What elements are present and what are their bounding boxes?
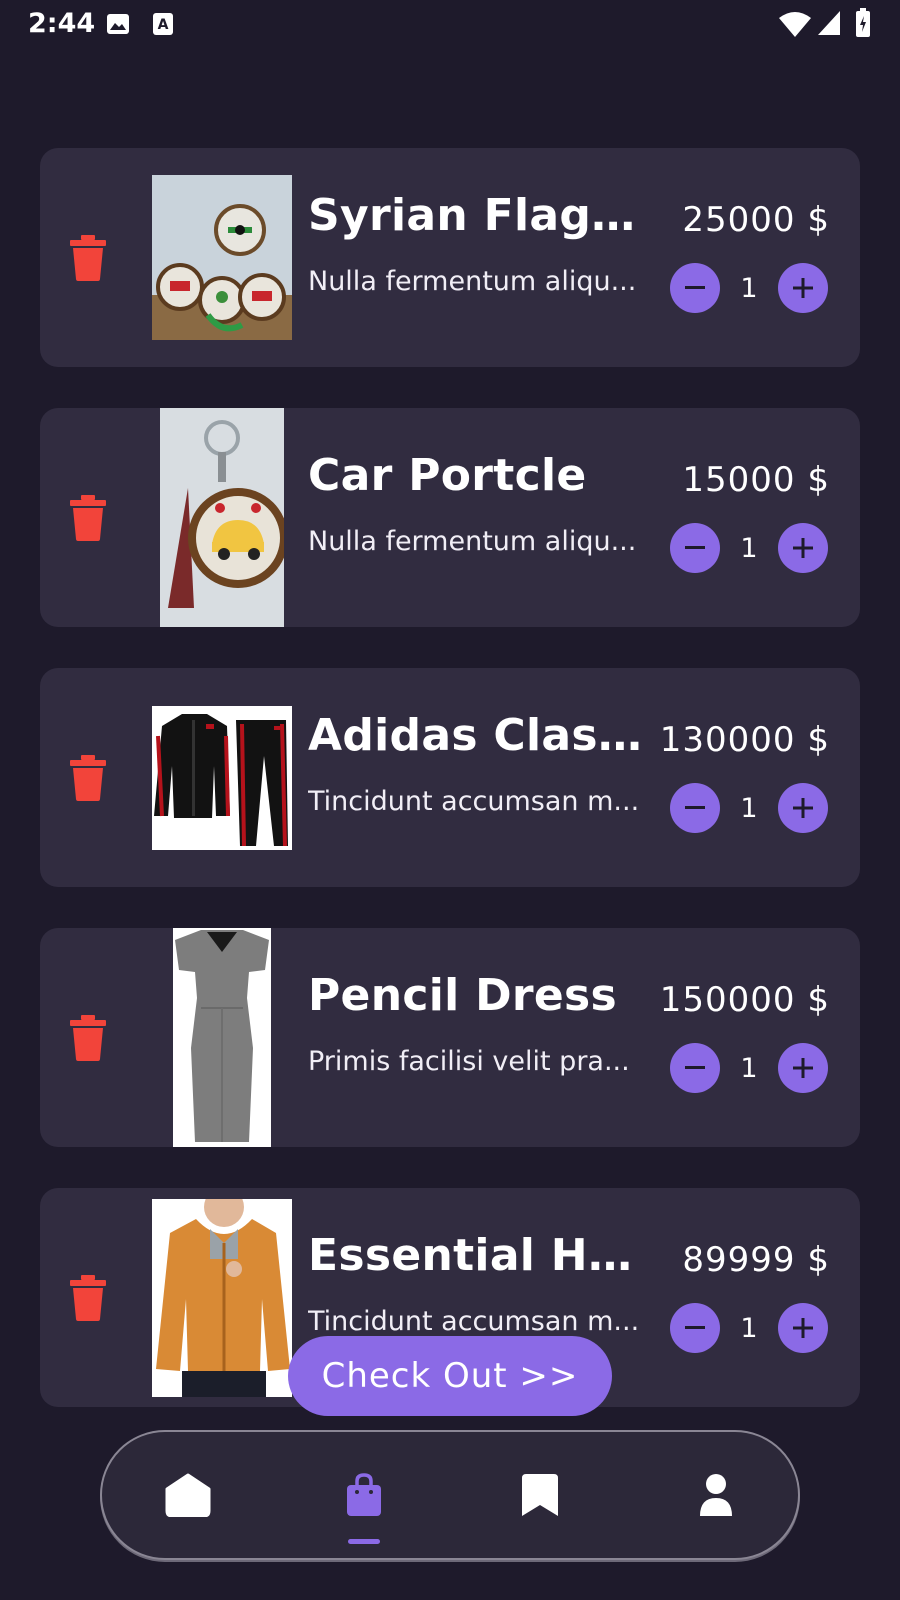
plus-icon — [793, 278, 813, 298]
item-price: 130000 $ — [659, 720, 830, 760]
nav-item-home[interactable] — [148, 1432, 228, 1558]
item-description: Nulla fermentum aliqu... — [308, 526, 637, 557]
quantity-value: 1 — [740, 532, 758, 564]
decrease-quantity-button[interactable] — [670, 783, 720, 833]
battery-icon — [855, 8, 871, 42]
status-bar: 2:44 A — [0, 0, 900, 48]
trash-icon — [70, 1275, 106, 1321]
quantity-value: 1 — [740, 792, 758, 824]
increase-quantity-button[interactable] — [778, 263, 828, 313]
home-icon — [165, 1473, 211, 1517]
increase-quantity-button[interactable] — [778, 1303, 828, 1353]
item-description: Tincidunt accumsan m... — [308, 786, 640, 817]
product-image — [152, 1188, 292, 1407]
grey-dress-image — [173, 928, 271, 1147]
text-a-icon: A — [152, 12, 174, 40]
decrease-quantity-button[interactable] — [670, 523, 720, 573]
item-name: Essential Hoo... — [308, 1230, 643, 1281]
item-price: 150000 $ — [659, 980, 830, 1020]
plus-icon — [793, 1058, 813, 1078]
item-price: 89999 $ — [682, 1240, 830, 1280]
orange-hoodie-image — [152, 1198, 292, 1397]
car-keychain-image — [160, 408, 284, 627]
trash-icon — [70, 495, 106, 541]
item-name: Car Portcle — [308, 450, 587, 501]
delete-item-button[interactable] — [70, 235, 106, 281]
decrease-quantity-button[interactable] — [670, 1303, 720, 1353]
delete-item-button[interactable] — [70, 1015, 106, 1061]
nav-item-profile[interactable] — [676, 1432, 756, 1558]
nav-item-cart[interactable] — [324, 1432, 404, 1558]
item-description: Tincidunt accumsan m... — [308, 1306, 640, 1337]
item-price: 25000 $ — [682, 200, 830, 240]
cart-item-card: Car Portcle 15000 $ Nulla fermentum aliq… — [40, 408, 860, 627]
item-name: Adidas Classic... — [308, 710, 643, 761]
increase-quantity-button[interactable] — [778, 1043, 828, 1093]
product-image — [152, 668, 292, 887]
item-name: Pencil Dress — [308, 970, 618, 1021]
svg-text:A: A — [158, 17, 169, 33]
active-tab-indicator — [348, 1539, 380, 1544]
signal-icon — [817, 10, 841, 40]
trash-icon — [70, 235, 106, 281]
quantity-value: 1 — [740, 1312, 758, 1344]
item-description: Nulla fermentum aliqu... — [308, 266, 637, 297]
minus-icon — [685, 546, 705, 549]
minus-icon — [685, 1066, 705, 1069]
plus-icon — [793, 798, 813, 818]
decrease-quantity-button[interactable] — [670, 1043, 720, 1093]
delete-item-button[interactable] — [70, 755, 106, 801]
item-description: Primis facilisi velit pra... — [308, 1046, 630, 1077]
nav-item-bookmarks[interactable] — [500, 1432, 580, 1558]
profile-icon — [700, 1474, 732, 1516]
product-image — [173, 928, 271, 1147]
increase-quantity-button[interactable] — [778, 523, 828, 573]
minus-icon — [685, 286, 705, 289]
cart-list: Syrian Flag Po... 25000 $ Nulla fermentu… — [40, 148, 860, 1448]
delete-item-button[interactable] — [70, 495, 106, 541]
trash-icon — [70, 755, 106, 801]
quantity-stepper: 1 — [670, 1043, 828, 1093]
minus-icon — [685, 806, 705, 809]
product-image — [160, 408, 284, 627]
minus-icon — [685, 1326, 705, 1329]
bottom-nav — [100, 1430, 800, 1560]
decrease-quantity-button[interactable] — [670, 263, 720, 313]
item-name: Syrian Flag Po... — [308, 190, 643, 241]
quantity-stepper: 1 — [670, 263, 828, 313]
delete-item-button[interactable] — [70, 1275, 106, 1321]
quantity-value: 1 — [740, 272, 758, 304]
quantity-stepper: 1 — [670, 783, 828, 833]
trash-icon — [70, 1015, 106, 1061]
cart-item-card: Pencil Dress 150000 $ Primis facilisi ve… — [40, 928, 860, 1147]
cart-item-card: Adidas Classic... 130000 $ Tincidunt acc… — [40, 668, 860, 887]
status-time: 2:44 — [28, 8, 96, 39]
shopping-bag-icon — [347, 1473, 381, 1516]
cart-item-card: Syrian Flag Po... 25000 $ Nulla fermentu… — [40, 148, 860, 367]
plus-icon — [793, 538, 813, 558]
quantity-value: 1 — [740, 1052, 758, 1084]
wifi-icon — [778, 10, 812, 42]
product-image — [152, 148, 292, 367]
image-icon — [106, 12, 130, 40]
item-price: 15000 $ — [682, 460, 830, 500]
quantity-stepper: 1 — [670, 523, 828, 573]
quantity-stepper: 1 — [670, 1303, 828, 1353]
increase-quantity-button[interactable] — [778, 783, 828, 833]
checkout-button[interactable]: Check Out >> — [288, 1336, 612, 1416]
plus-icon — [793, 1318, 813, 1338]
embroidered-ornaments-image — [152, 175, 292, 340]
bookmark-icon — [522, 1474, 558, 1516]
tracksuit-image — [152, 705, 292, 850]
